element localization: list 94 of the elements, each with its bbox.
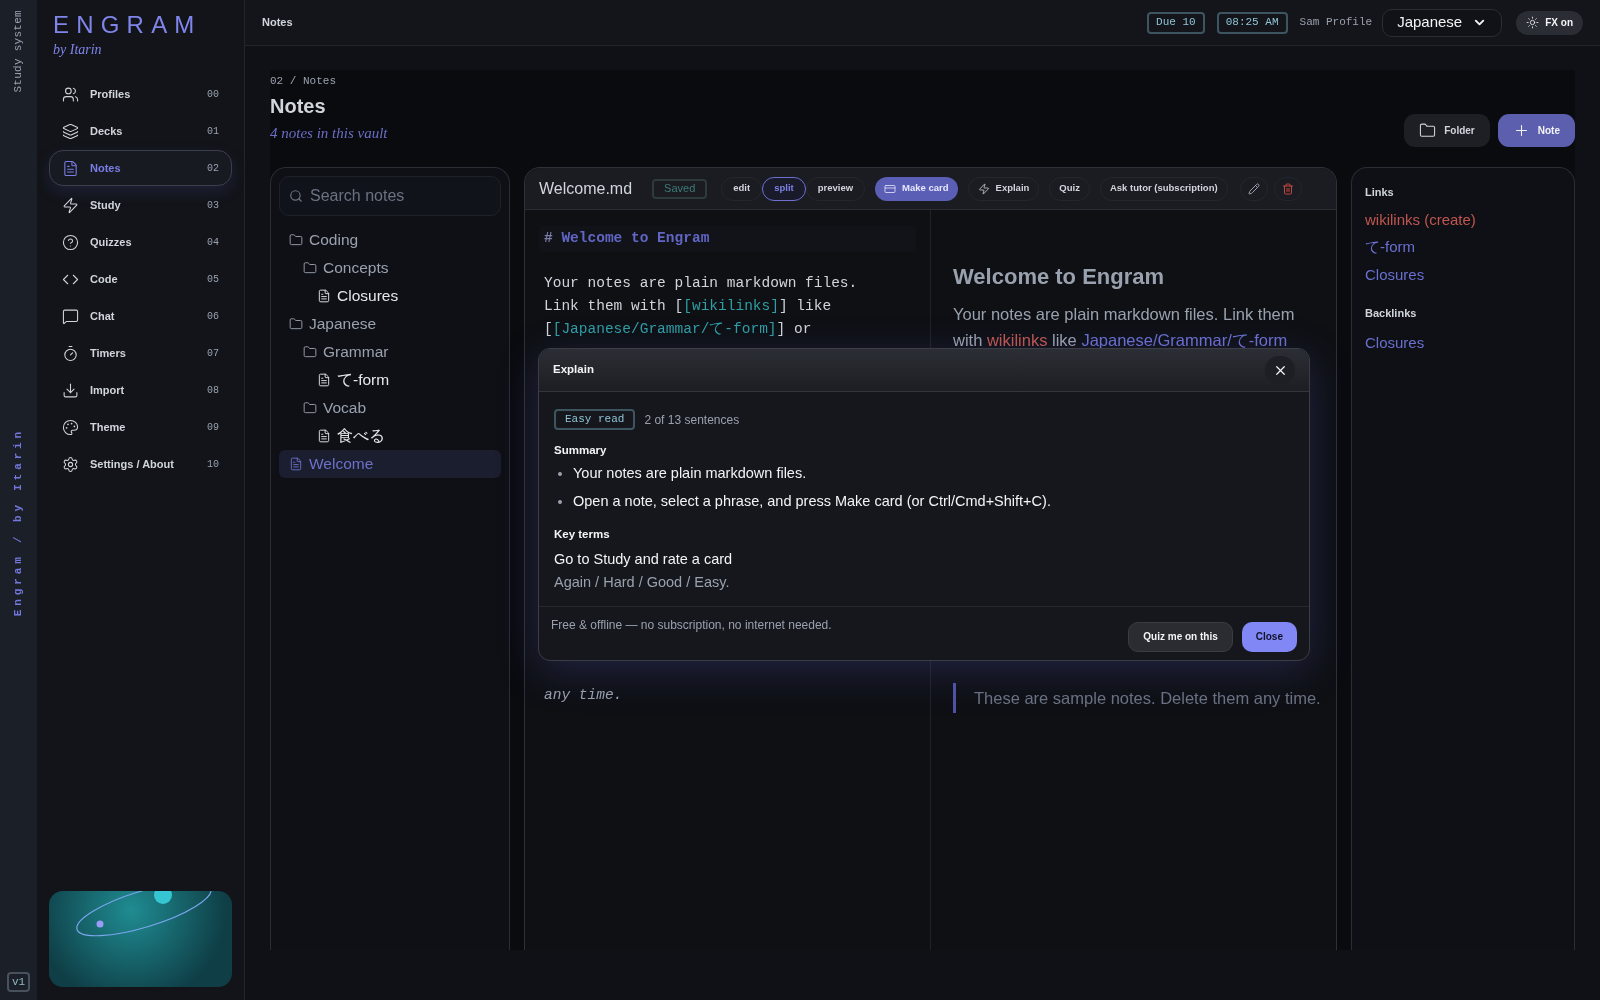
- note-item[interactable]: Closures: [279, 282, 501, 310]
- nav-item[interactable]: Profiles 00: [49, 76, 232, 112]
- nav-item[interactable]: Settings / About 10: [49, 446, 232, 482]
- profile-name[interactable]: Sam Profile: [1299, 14, 1373, 31]
- preview-blockquote: These are sample notes. Delete them any time.: [953, 683, 1322, 713]
- folder-item[interactable]: Coding: [279, 226, 501, 254]
- wikilink[interactable]: Japanese/Grammar/て-form: [1081, 331, 1288, 349]
- nav-item[interactable]: Theme 09: [49, 409, 232, 445]
- pencil-icon: [1247, 182, 1260, 195]
- document-icon: [62, 159, 79, 177]
- folder-icon: [303, 401, 317, 415]
- language-select[interactable]: Japanese: [1382, 8, 1503, 37]
- nav-item[interactable]: Timers 07: [49, 335, 232, 371]
- new-note-button[interactable]: Note: [1497, 114, 1575, 147]
- document-icon: [317, 429, 331, 443]
- chat-bubble-icon: [62, 307, 79, 325]
- app-logo: ENGRAM: [53, 13, 203, 37]
- search-field[interactable]: Search notes: [279, 176, 501, 216]
- due-count-badge: Due 10: [1147, 11, 1205, 34]
- folder-icon: [1419, 122, 1437, 139]
- nav-item[interactable]: Import 08: [49, 372, 232, 408]
- section-heading: Key terms: [554, 526, 611, 542]
- view-mode-tab[interactable]: split: [762, 176, 806, 201]
- summary-bullet: Your notes are plain markdown files.: [554, 463, 1294, 485]
- missing-wikilink[interactable]: wikilinks: [986, 331, 1048, 349]
- settings-icon: [62, 455, 79, 473]
- nav-item[interactable]: Decks 01: [49, 113, 232, 149]
- fx-toggle-button[interactable]: FX on: [1516, 10, 1583, 35]
- new-folder-button[interactable]: Folder: [1404, 114, 1490, 147]
- document-icon: [289, 457, 303, 471]
- folder-item[interactable]: Concepts: [279, 254, 501, 282]
- clock-badge: 08:25 AM: [1216, 11, 1288, 34]
- close-dialog-button[interactable]: Close: [1241, 621, 1297, 652]
- sun-icon: [1526, 16, 1540, 29]
- nav-item[interactable]: Code 05: [49, 261, 232, 297]
- sentence-count: 2 of 13 sentences: [644, 411, 740, 429]
- timer-icon: [62, 344, 79, 362]
- version-badge: v1: [6, 971, 31, 992]
- dialog-title: Explain: [553, 362, 595, 378]
- wikilink[interactable]: [wikilinks]: [683, 298, 779, 314]
- close-button[interactable]: [1265, 356, 1295, 384]
- users-icon: [62, 85, 79, 103]
- note-link[interactable]: Closures: [1365, 331, 1561, 354]
- breadcrumb: 02 / Notes: [270, 74, 337, 89]
- rail-brand-text: Engram / by Itarin: [11, 427, 26, 616]
- preview-heading: Welcome to Engram: [953, 263, 1166, 291]
- note-item[interactable]: 食べる: [279, 422, 501, 450]
- markdown-source-text: Your notes are plain markdown files. Link them with [[wikilinks]] like [[Japanese/Grammar/て-form]] or: [543, 274, 859, 339]
- nav-item[interactable]: Notes 02: [49, 150, 232, 186]
- note-item[interactable]: Welcome: [279, 450, 501, 478]
- rail-caption: Study system: [11, 10, 26, 93]
- wikilink[interactable]: [Japanese/Grammar/て-form]: [552, 321, 777, 337]
- card-icon: [884, 182, 897, 195]
- app-byline: by Itarin: [53, 41, 103, 59]
- note-link[interactable]: て-form: [1365, 236, 1561, 259]
- search-icon: [289, 189, 303, 203]
- offline-note: Free & offline — no subscription, no internet needed.: [551, 616, 833, 634]
- summary-bullet: Open a note, select a phrase, and press Make card (or Ctrl/Cmd+Shift+C).: [554, 491, 1294, 513]
- lightning-icon: [62, 196, 79, 214]
- nav-item[interactable]: Chat 06: [49, 298, 232, 334]
- folder-icon: [303, 261, 317, 275]
- palette-icon: [62, 418, 79, 436]
- page-heading: Notes: [270, 93, 327, 119]
- section-heading: Summary: [554, 443, 608, 458]
- nav-item[interactable]: Study 03: [49, 187, 232, 223]
- folder-item[interactable]: Grammar: [279, 338, 501, 366]
- quiz-button[interactable]: Quiz me on this: [1128, 621, 1233, 652]
- panel-heading: Links: [1365, 185, 1395, 200]
- document-icon: [317, 289, 331, 303]
- download-icon: [62, 381, 79, 399]
- key-term: Go to Study and rate a card: [554, 550, 734, 569]
- question-icon: [62, 233, 79, 251]
- lightning-icon: [977, 182, 990, 195]
- folder-icon: [289, 317, 303, 331]
- folder-item[interactable]: Japanese: [279, 310, 501, 338]
- trash-icon: [1281, 182, 1294, 195]
- nav-item[interactable]: Quizzes 04: [49, 224, 232, 260]
- folder-icon: [303, 345, 317, 359]
- reading-level-badge: Easy read: [554, 409, 636, 430]
- panel-heading: Backlinks: [1365, 306, 1418, 321]
- layers-icon: [62, 122, 79, 140]
- missing-link[interactable]: wikilinks (create): [1365, 208, 1561, 231]
- primary-action-button[interactable]: Make card: [875, 176, 958, 201]
- file-name: Welcome.md: [539, 178, 633, 199]
- markdown-source-text: any time.: [543, 686, 624, 705]
- note-link[interactable]: Closures: [1365, 263, 1561, 286]
- key-term-definition: Again / Hard / Good / Easy.: [554, 572, 731, 592]
- folder-icon: [289, 233, 303, 247]
- save-status-badge: Saved: [652, 178, 708, 199]
- note-item[interactable]: て-form: [279, 366, 501, 394]
- page-subtitle: 4 notes in this vault: [270, 123, 389, 143]
- document-icon: [317, 373, 331, 387]
- folder-item[interactable]: Vocab: [279, 394, 501, 422]
- page-title: Notes: [262, 15, 294, 31]
